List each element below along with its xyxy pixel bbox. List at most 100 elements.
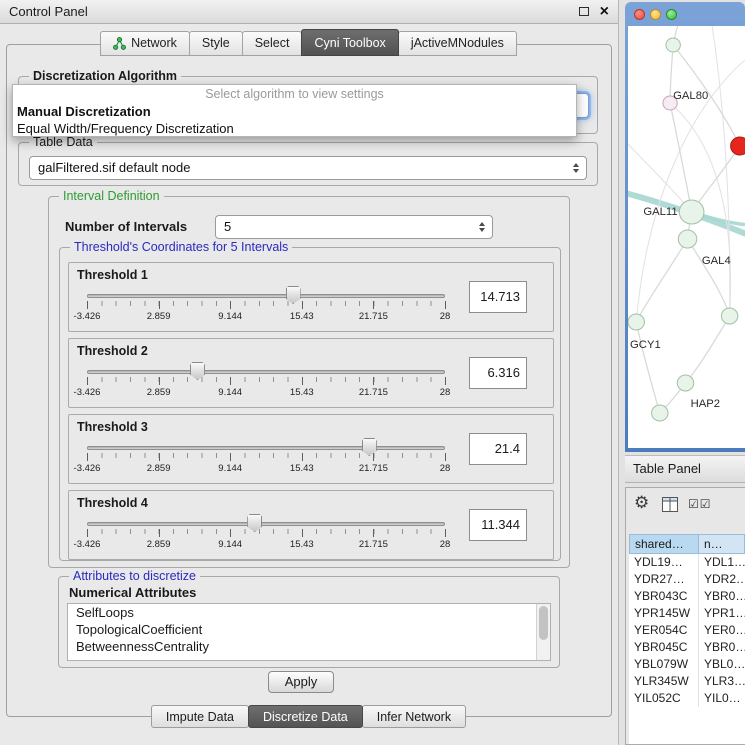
list-scrollbar[interactable] <box>536 604 550 660</box>
threshold-3-label: Threshold 3 <box>77 420 148 434</box>
tick-mark <box>373 529 374 537</box>
table-cell[interactable]: YIL0… <box>699 690 745 707</box>
table-cell[interactable]: YBL0… <box>699 656 745 673</box>
network-node[interactable] <box>678 230 696 248</box>
tick-label: 9.144 <box>218 311 242 322</box>
tab-infer-network[interactable]: Infer Network <box>362 705 466 728</box>
tick-mark <box>87 301 88 309</box>
thresholds-group: Threshold's Coordinates for 5 Intervals … <box>59 247 561 561</box>
numerical-attributes-list[interactable]: SelfLoopsTopologicalCoefficientBetweenne… <box>67 603 551 661</box>
table-row[interactable]: YIL052CYIL0… <box>629 690 745 707</box>
threshold-3-value[interactable]: 21.4 <box>469 433 527 465</box>
tab-discretize-data[interactable]: Discretize Data <box>248 705 363 728</box>
network-node[interactable] <box>677 375 693 391</box>
table-cell[interactable]: YBL079W <box>629 656 699 673</box>
algorithm-option-manual[interactable]: Manual Discretization <box>13 103 576 120</box>
tick-mark <box>302 453 303 461</box>
table-row[interactable]: YER054CYER0… <box>629 622 745 639</box>
table-cell[interactable]: YDR27… <box>629 571 699 588</box>
slider-track <box>87 370 445 374</box>
threshold-1-panel: Threshold 1 -3.4262.8599.14415.4321.7152… <box>68 262 554 332</box>
tick-mark <box>230 453 231 461</box>
table-cell[interactable]: YPR145W <box>629 605 699 622</box>
network-node[interactable] <box>666 38 680 52</box>
table-row[interactable]: YDL19…YDL1… <box>629 554 745 571</box>
threshold-1-slider[interactable]: -3.4262.8599.14415.4321.71528 <box>87 285 445 327</box>
table-body[interactable]: YDL19…YDL1…YDR27…YDR2…YBR043CYBR0…YPR145… <box>629 554 745 744</box>
mac-close-icon[interactable] <box>634 9 645 20</box>
threshold-4-slider[interactable]: -3.4262.8599.14415.4321.71528 <box>87 513 445 555</box>
algorithm-option-equal-width[interactable]: Equal Width/Frequency Discretization <box>13 120 576 137</box>
table-row[interactable]: YLR345WYLR3… <box>629 673 745 690</box>
tick-mark <box>159 453 160 461</box>
mac-minimize-icon[interactable] <box>650 9 661 20</box>
network-node[interactable] <box>652 405 668 421</box>
tab-network[interactable]: Network <box>100 31 190 56</box>
table-row[interactable]: YBR043CYBR0… <box>629 588 745 605</box>
table-row[interactable]: YDR27…YDR2… <box>629 571 745 588</box>
network-node[interactable] <box>721 308 737 324</box>
discretization-algorithm-group-label: Discretization Algorithm <box>29 69 181 83</box>
combo-arrows-icon <box>573 163 579 173</box>
table-data-value: galFiltered.sif default node <box>38 160 190 175</box>
tick-label: 9.144 <box>218 387 242 398</box>
network-node[interactable] <box>628 314 644 330</box>
network-node[interactable] <box>679 200 704 224</box>
attribute-item[interactable]: BetweennessCentrality <box>68 638 550 655</box>
threshold-2-label: Threshold 2 <box>77 344 148 358</box>
network-node-label: GAL80 <box>673 90 708 102</box>
table-cell[interactable]: YER0… <box>699 622 745 639</box>
column-header-shared[interactable]: shared… <box>629 534 699 554</box>
network-canvas[interactable]: GAL80GAL11GAL4GCY1HAP2 <box>628 26 745 448</box>
table-cell[interactable]: YBR0… <box>699 639 745 656</box>
float-window-icon[interactable] <box>579 7 589 16</box>
tick-label: -3.426 <box>74 387 101 398</box>
table-cell[interactable]: YDL19… <box>629 554 699 571</box>
attribute-item[interactable]: SelfLoops <box>68 604 550 621</box>
threshold-2-slider[interactable]: -3.4262.8599.14415.4321.71528 <box>87 361 445 403</box>
table-cell[interactable]: YBR043C <box>629 588 699 605</box>
table-panel-titlebar: Table Panel <box>625 455 745 483</box>
table-cell[interactable]: YLR3… <box>699 673 745 690</box>
table-row[interactable]: YPR145WYPR1… <box>629 605 745 622</box>
tick-mark <box>87 377 88 385</box>
table-cell[interactable]: YER054C <box>629 622 699 639</box>
mac-zoom-icon[interactable] <box>666 9 677 20</box>
threshold-2-panel: Threshold 2 -3.4262.8599.14415.4321.7152… <box>68 338 554 408</box>
network-node[interactable] <box>731 137 745 155</box>
tab-jactivemnodules[interactable]: jActiveMNodules <box>398 31 517 56</box>
table-cell[interactable]: YDR2… <box>699 571 745 588</box>
column-header-name[interactable]: n… <box>698 534 745 554</box>
table-cell[interactable]: YLR345W <box>629 673 699 690</box>
table-cell[interactable]: YIL052C <box>629 690 699 707</box>
number-of-intervals-combobox[interactable]: 5 <box>215 215 493 239</box>
table-cell[interactable]: YDL1… <box>699 554 745 571</box>
tab-select[interactable]: Select <box>242 31 303 56</box>
table-cell[interactable]: YBR045C <box>629 639 699 656</box>
table-data-combobox[interactable]: galFiltered.sif default node <box>29 156 587 180</box>
threshold-3-slider[interactable]: -3.4262.8599.14415.4321.71528 <box>87 437 445 479</box>
number-of-intervals-label: Number of Intervals <box>65 219 187 234</box>
threshold-2-value[interactable]: 6.316 <box>469 357 527 389</box>
scrollbar-thumb[interactable] <box>539 606 548 640</box>
tab-cyni-toolbox[interactable]: Cyni Toolbox <box>301 29 398 56</box>
tab-jactivemnodules-label: jActiveMNodules <box>411 32 504 55</box>
table-row[interactable]: YBR045CYBR0… <box>629 639 745 656</box>
columns-icon[interactable] <box>662 497 678 517</box>
slider-ticks: -3.4262.8599.14415.4321.71528 <box>87 377 445 401</box>
table-cell[interactable]: YBR0… <box>699 588 745 605</box>
tab-impute-data[interactable]: Impute Data <box>151 705 249 728</box>
tick-mark <box>87 529 88 537</box>
select-columns-icon[interactable]: ☑☑ <box>688 497 712 511</box>
table-cell[interactable]: YPR1… <box>699 605 745 622</box>
apply-button[interactable]: Apply <box>268 671 334 693</box>
gear-icon[interactable]: ⚙ <box>634 493 649 513</box>
threshold-4-value[interactable]: 11.344 <box>469 509 527 541</box>
tab-style[interactable]: Style <box>189 31 243 56</box>
close-icon[interactable]: × <box>600 4 609 20</box>
window-title: Control Panel <box>9 4 88 19</box>
threshold-1-value[interactable]: 14.713 <box>469 281 527 313</box>
top-tab-bar: Network Style Select Cyni Toolbox jActiv… <box>0 31 618 56</box>
table-row[interactable]: YBL079WYBL0… <box>629 656 745 673</box>
attribute-item[interactable]: TopologicalCoefficient <box>68 621 550 638</box>
